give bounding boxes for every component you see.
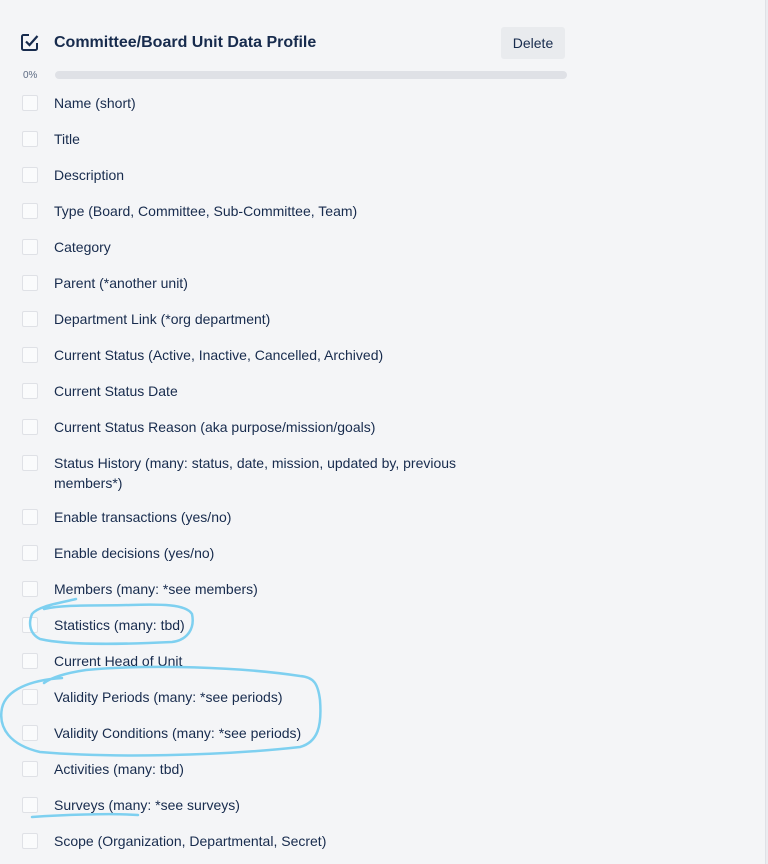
checklist-item[interactable]: Scope (Organization, Departmental, Secre…: [20, 830, 560, 852]
progress-percent: 0%: [23, 70, 38, 81]
checklist-item[interactable]: Statistics (many: tbd): [20, 614, 560, 636]
checkbox-checked-icon: [21, 34, 39, 51]
checklist-item[interactable]: Activities (many: tbd): [20, 758, 560, 780]
progress-bar: [55, 71, 567, 79]
checkbox[interactable]: [22, 419, 38, 435]
checklist-item-label: Name (short): [54, 95, 136, 111]
checklist-progress: 0%: [23, 68, 567, 82]
checklist-item[interactable]: Current Status (Active, Inactive, Cancel…: [20, 344, 560, 366]
checkbox[interactable]: [22, 311, 38, 327]
checkbox[interactable]: [22, 617, 38, 633]
checklist-item[interactable]: Enable decisions (yes/no): [20, 542, 560, 564]
checkbox[interactable]: [22, 545, 38, 561]
checklist-item-label: Enable transactions (yes/no): [54, 509, 232, 525]
checkbox[interactable]: [22, 95, 38, 111]
checklist-item-label: Statistics (many: tbd): [54, 617, 185, 633]
checklist-item-label: Scope (Organization, Departmental, Secre…: [54, 833, 327, 849]
checkbox[interactable]: [22, 653, 38, 669]
checklist-item-label: Enable decisions (yes/no): [54, 545, 215, 561]
checklist-item[interactable]: Surveys (many: *see surveys): [20, 794, 560, 816]
checklist-item[interactable]: Current Status Reason (aka purpose/missi…: [20, 416, 560, 438]
checklist-item[interactable]: Parent (*another unit): [20, 272, 560, 294]
checklist-item[interactable]: Validity Periods (many: *see periods): [20, 686, 560, 708]
checklist-title[interactable]: Committee/Board Unit Data Profile: [54, 34, 316, 52]
checklist-item[interactable]: Department Link (*org department): [20, 308, 560, 330]
checklist-item-label: Category: [54, 239, 111, 255]
checkbox[interactable]: [22, 167, 38, 183]
checklist-item[interactable]: Status History (many: status, date, miss…: [20, 452, 560, 494]
checkbox[interactable]: [22, 689, 38, 705]
checklist-item-label: Surveys (many: *see surveys): [54, 797, 240, 813]
checkbox[interactable]: [22, 203, 38, 219]
checklist-item[interactable]: Enable transactions (yes/no): [20, 506, 560, 528]
checklist-item[interactable]: Type (Board, Committee, Sub-Committee, T…: [20, 200, 560, 222]
checklist-item-label: Department Link (*org department): [54, 311, 271, 327]
checkbox[interactable]: [22, 455, 38, 471]
checklist-item[interactable]: Description: [20, 164, 560, 186]
checklist-item-label: Description: [54, 167, 125, 183]
checklist-item[interactable]: Name (short): [20, 92, 560, 114]
checklist-item-label: Title: [54, 131, 80, 147]
checkbox[interactable]: [22, 239, 38, 255]
checklist-item-label: Current Status Date: [54, 383, 178, 399]
checklist-item-label: Validity Conditions (many: *see periods): [54, 725, 302, 741]
checklist-item-label: Current Status (Active, Inactive, Cancel…: [54, 347, 384, 363]
checklist-item-label: Current Head of Unit: [54, 653, 183, 669]
checkbox[interactable]: [22, 581, 38, 597]
checklist-item[interactable]: Current Head of Unit: [20, 650, 560, 672]
checklist-item-label: Activities (many: tbd): [54, 761, 184, 777]
checklist-item-label: Status History (many: status, date, miss…: [54, 455, 457, 491]
checklist-header: Committee/Board Unit Data Profile Delete: [20, 27, 566, 59]
checklist-item[interactable]: Category: [20, 236, 560, 258]
checkbox[interactable]: [22, 725, 38, 741]
checkbox[interactable]: [22, 833, 38, 849]
checklist-item-label: Parent (*another unit): [54, 275, 188, 291]
checklist-item-label: Validity Periods (many: *see periods): [54, 689, 283, 705]
checkbox[interactable]: [22, 797, 38, 813]
checklist-item[interactable]: Current Status Date: [20, 380, 560, 402]
checklist-item-label: Members (many: *see members): [54, 581, 258, 597]
checklist-item-label: Current Status Reason (aka purpose/missi…: [54, 419, 376, 435]
checklist-item[interactable]: Title: [20, 128, 560, 150]
checkbox[interactable]: [22, 383, 38, 399]
checkbox[interactable]: [22, 347, 38, 363]
checkbox[interactable]: [22, 131, 38, 147]
checklist-item[interactable]: Validity Conditions (many: *see periods): [20, 722, 560, 744]
checkbox[interactable]: [22, 761, 38, 777]
checklist-item[interactable]: Members (many: *see members): [20, 578, 560, 600]
checklist-item-label: Type (Board, Committee, Sub-Committee, T…: [54, 203, 358, 219]
checkbox[interactable]: [22, 509, 38, 525]
delete-checklist-button[interactable]: Delete: [501, 27, 565, 59]
checkbox[interactable]: [22, 275, 38, 291]
